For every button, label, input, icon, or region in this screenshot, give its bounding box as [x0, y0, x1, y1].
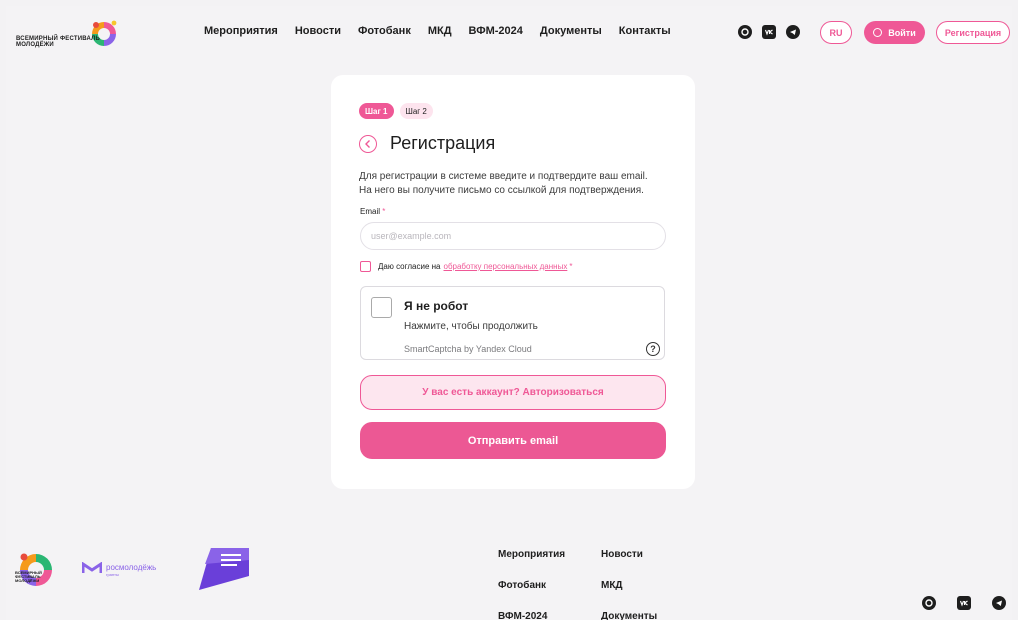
national-projects-logo-icon[interactable]: [197, 546, 249, 592]
email-field[interactable]: [360, 222, 666, 250]
footer-nav-documents[interactable]: Документы: [601, 611, 657, 620]
consent-text: Даю согласие на: [378, 262, 441, 271]
nav-news[interactable]: Новости: [295, 25, 341, 37]
captcha-checkbox[interactable]: [371, 297, 392, 318]
telegram-icon[interactable]: [786, 25, 800, 39]
login-button[interactable]: Войти: [864, 21, 925, 44]
nav-events[interactable]: Мероприятия: [204, 25, 278, 37]
rosmolodezh-text: росмолодёжь: [106, 563, 157, 572]
footer-nav-vfm-2024[interactable]: ВФМ-2024: [498, 611, 547, 620]
logo-text-line2: МОЛОДЁЖИ: [16, 42, 54, 48]
send-email-button[interactable]: Отправить email: [360, 422, 666, 459]
footer-nav-news[interactable]: Новости: [601, 549, 643, 560]
captcha-subtitle: Нажмите, чтобы продолжить: [404, 321, 538, 332]
footer-nav-photobank[interactable]: Фотобанк: [498, 580, 546, 591]
footer-vk-icon[interactable]: [957, 596, 971, 610]
login-link-button[interactable]: У вас есть аккаунт? Авторизоваться: [360, 375, 666, 410]
required-mark: *: [382, 207, 386, 216]
consent-checkbox[interactable]: [360, 261, 371, 272]
login-label: Войти: [888, 27, 916, 38]
email-label: Email *: [360, 207, 385, 216]
steps: Шаг 1 Шаг 2: [359, 103, 433, 119]
footer-festival-logo-text: ВСЕМИРНЫЙ ФЕСТИВАЛЬ МОЛОДЁЖИ: [15, 570, 42, 583]
chevron-left-icon: [365, 140, 370, 148]
nav-mkd[interactable]: МКД: [428, 25, 452, 37]
nav-contacts[interactable]: Контакты: [619, 25, 671, 37]
step-1-badge: Шаг 1: [359, 103, 394, 119]
main-nav: Мероприятия Новости Фотобанк МКД ВФМ-202…: [204, 25, 688, 37]
register-button[interactable]: Регистрация: [936, 21, 1010, 44]
footer-festival-logo-icon[interactable]: [14, 546, 58, 592]
nav-vfm-2024[interactable]: ВФМ-2024: [469, 25, 523, 37]
registration-card: Шаг 1 Шаг 2 Регистрация Для регистрации …: [331, 75, 695, 489]
help-icon[interactable]: ?: [646, 342, 660, 356]
language-switch[interactable]: RU: [820, 21, 852, 44]
personal-data-link[interactable]: обработку персональных данных: [444, 262, 568, 271]
back-button[interactable]: [359, 135, 377, 153]
page: ВСЕМИРНЫЙ ФЕСТИВАЛЬ МОЛОДЁЖИ Мероприятия…: [6, 6, 1012, 620]
nav-documents[interactable]: Документы: [540, 25, 602, 37]
step-2-badge: Шаг 2: [399, 103, 433, 119]
footer-nav-events[interactable]: Мероприятия: [498, 549, 565, 560]
captcha-widget: Я не робот Нажмите, чтобы продолжить Sma…: [360, 286, 665, 360]
rosmolodezh-mark-icon: [82, 562, 102, 573]
email-label-text: Email: [360, 207, 381, 216]
page-title: Регистрация: [390, 133, 496, 153]
rosmolodezh-subtext: гранты: [106, 572, 119, 577]
footer-nav-mkd[interactable]: МКД: [601, 580, 623, 591]
max-icon[interactable]: [738, 25, 752, 39]
header: ВСЕМИРНЫЙ ФЕСТИВАЛЬ МОЛОДЁЖИ Мероприятия…: [6, 6, 1012, 60]
description-line1: Для регистрации в системе введите и подт…: [359, 171, 648, 182]
consent-row: Даю согласие на обработку персональных д…: [360, 261, 572, 272]
vk-icon[interactable]: [762, 25, 776, 39]
captcha-title: Я не робот: [404, 299, 469, 313]
form-description: Для регистрации в системе введите и подт…: [359, 170, 679, 198]
description-line2: На него вы получите письмо со ссылкой дл…: [359, 185, 644, 196]
consent-required-mark: *: [569, 262, 573, 271]
nav-photobank[interactable]: Фотобанк: [358, 25, 411, 37]
rosmolodezh-logo[interactable]: росмолодёжь гранты: [82, 560, 182, 580]
captcha-brand: SmartCaptcha by Yandex Cloud: [404, 344, 532, 354]
festival-logo-text: ВСЕМИРНЫЙ ФЕСТИВАЛЬ МОЛОДЁЖИ: [16, 36, 100, 48]
footer-max-icon[interactable]: [922, 596, 936, 610]
footer-telegram-icon[interactable]: [992, 596, 1006, 610]
user-icon: [873, 28, 883, 37]
